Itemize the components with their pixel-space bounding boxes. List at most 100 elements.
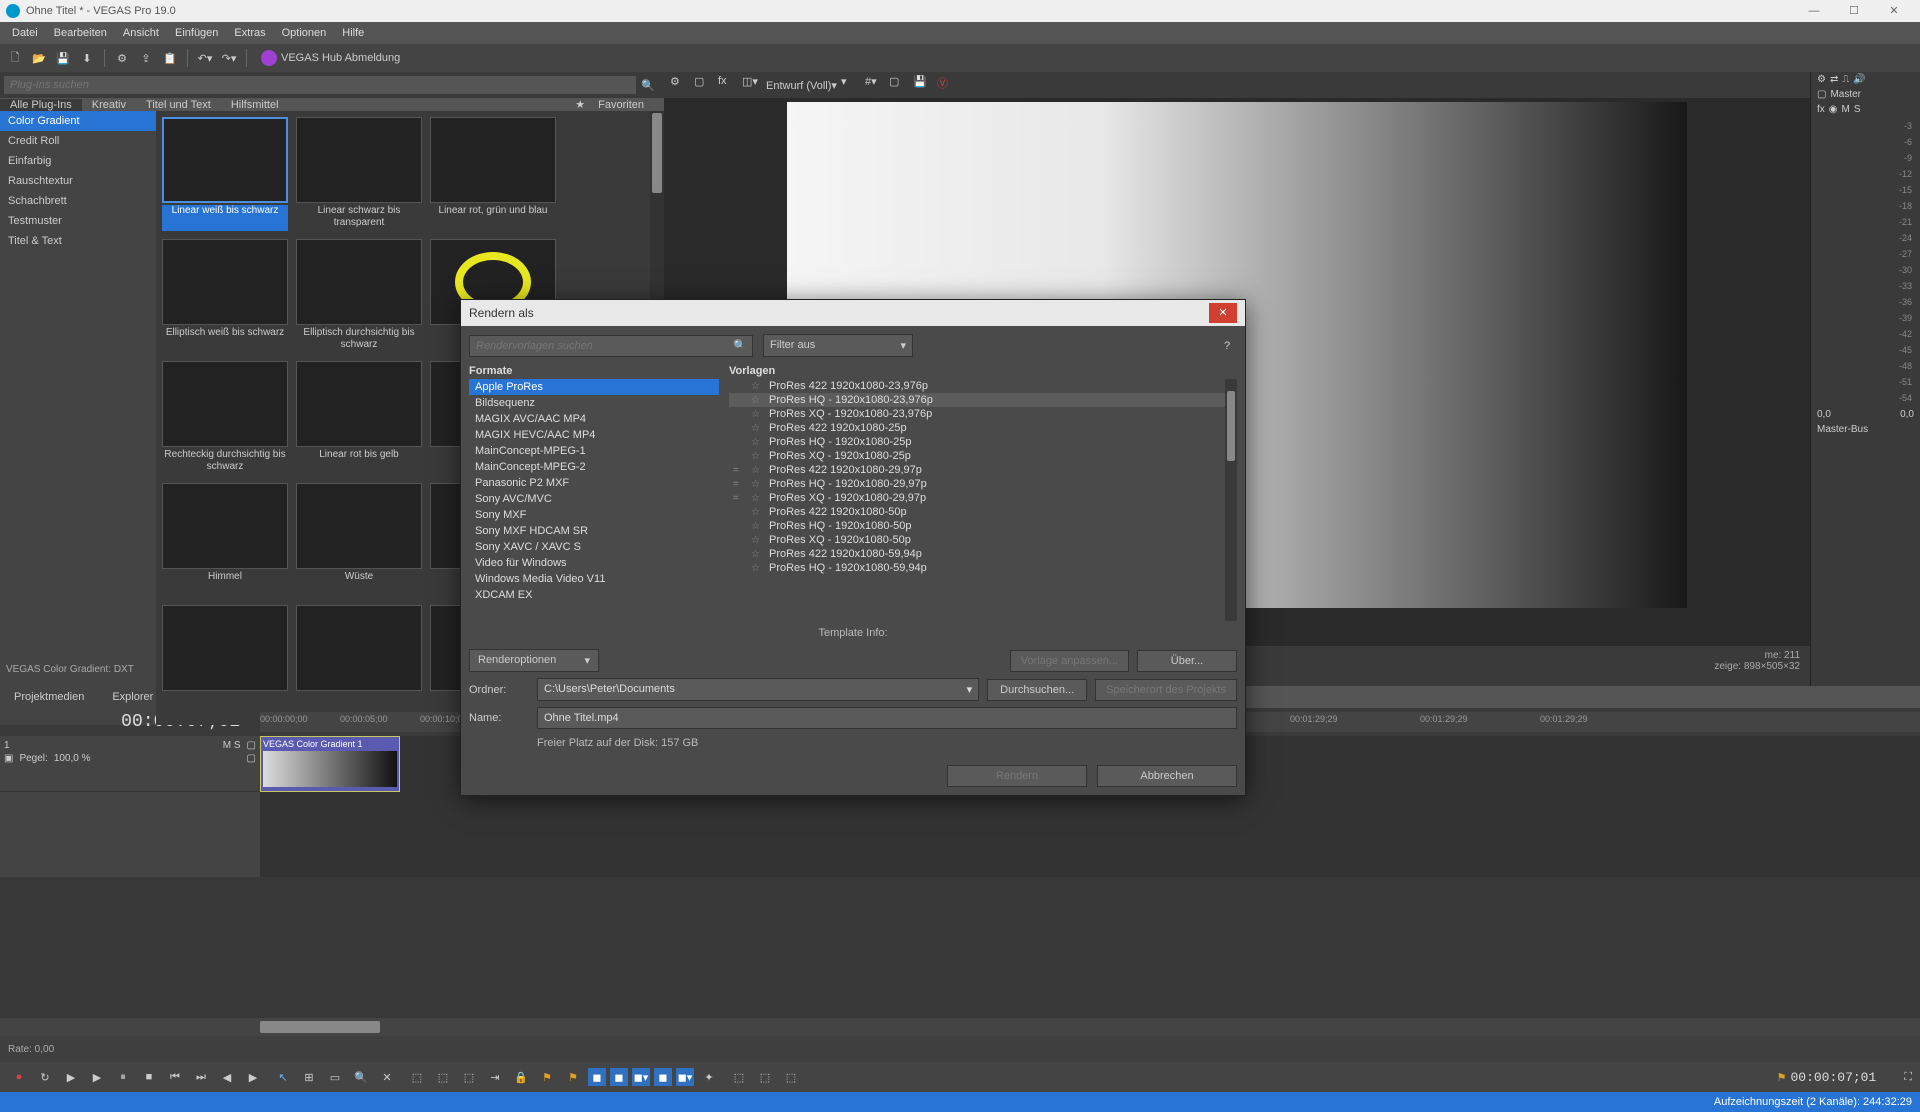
marker2-icon[interactable]: ⚑ bbox=[562, 1066, 584, 1088]
go-end-button[interactable]: ⏭ bbox=[190, 1066, 212, 1088]
tool-ext[interactable]: ✦ bbox=[698, 1066, 720, 1088]
preset-item[interactable] bbox=[162, 605, 288, 719]
cat-testmuster[interactable]: Testmuster bbox=[0, 211, 156, 231]
preview-v-icon[interactable]: Ⓥ bbox=[937, 75, 957, 95]
format-item[interactable]: Sony MXF HDCAM SR bbox=[469, 523, 719, 539]
normal-edit-tool[interactable]: ↖ bbox=[272, 1066, 294, 1088]
format-item[interactable]: Apple ProRes bbox=[469, 379, 719, 395]
menu-optionen[interactable]: Optionen bbox=[274, 27, 335, 39]
open-icon[interactable]: 📂 bbox=[28, 47, 50, 69]
cat-einfarbig[interactable]: Einfarbig bbox=[0, 151, 156, 171]
format-item[interactable]: Sony AVC/MVC bbox=[469, 491, 719, 507]
preview-save-icon[interactable]: 💾 bbox=[913, 75, 933, 95]
dialog-help-button[interactable]: ? bbox=[1217, 340, 1237, 352]
format-item[interactable]: Windows Media Video V11 bbox=[469, 571, 719, 587]
template-item[interactable]: ☆ProRes HQ - 1920x1080-59,94p bbox=[729, 561, 1237, 575]
render-options-dropdown[interactable]: Renderoptionen▾ bbox=[469, 649, 599, 672]
auto-ripple-icon[interactable]: ⇥ bbox=[484, 1066, 506, 1088]
template-item[interactable]: ☆ProRes HQ - 1920x1080-50p bbox=[729, 519, 1237, 533]
tab-kreativ[interactable]: Kreativ bbox=[82, 99, 136, 111]
timeline-h-scrollbar[interactable] bbox=[0, 1018, 1920, 1036]
cat-rauschtextur[interactable]: Rauschtextur bbox=[0, 171, 156, 191]
dialog-close-button[interactable]: ✕ bbox=[1209, 303, 1237, 323]
templates-scrollbar[interactable] bbox=[1225, 379, 1237, 621]
template-item[interactable]: ☆ProRes 422 1920x1080-59,94p bbox=[729, 547, 1237, 561]
template-item[interactable]: ☆ProRes XQ - 1920x1080-25p bbox=[729, 449, 1237, 463]
record-button[interactable]: ● bbox=[8, 1066, 30, 1088]
menu-bearbeiten[interactable]: Bearbeiten bbox=[46, 27, 115, 39]
menu-datei[interactable]: Datei bbox=[4, 27, 46, 39]
preview-fx-icon[interactable]: fx bbox=[718, 75, 738, 95]
format-item[interactable]: Sony XAVC / XAVC S bbox=[469, 539, 719, 555]
template-item[interactable]: ☆ProRes 422 1920x1080-23,976p bbox=[729, 379, 1237, 393]
cancel-button[interactable]: Abbrechen bbox=[1097, 765, 1237, 787]
format-item[interactable]: XDCAM EX bbox=[469, 587, 719, 603]
customize-template-button[interactable]: Vorlage anpassen... bbox=[1010, 650, 1129, 672]
meter-icon[interactable]: ⎍ bbox=[1842, 74, 1849, 85]
menu-ansicht[interactable]: Ansicht bbox=[115, 27, 167, 39]
plugin-search-input[interactable] bbox=[4, 76, 636, 94]
tab-all-plugins[interactable]: Alle Plug-Ins bbox=[0, 99, 82, 111]
cat-color-gradient[interactable]: Color Gradient bbox=[0, 111, 156, 131]
tab-favoriten[interactable]: ★ Favoriten bbox=[565, 98, 664, 111]
track-header-1[interactable]: 1M S▢ ▣Pegel:100,0 %▢ bbox=[0, 736, 260, 792]
template-item[interactable]: ☆ProRes 422 1920x1080-50p bbox=[729, 505, 1237, 519]
preview-overlay-icon[interactable]: ▾ bbox=[841, 75, 861, 95]
misc3-icon[interactable]: ⬚ bbox=[780, 1066, 802, 1088]
template-item[interactable]: =☆ProRes 422 1920x1080-29,97p bbox=[729, 463, 1237, 477]
render-icon[interactable]: ⬇ bbox=[76, 47, 98, 69]
about-button[interactable]: Über... bbox=[1137, 650, 1237, 672]
zoom-tool[interactable]: 🔍 bbox=[350, 1066, 372, 1088]
play-button[interactable]: ▶ bbox=[86, 1066, 108, 1088]
menu-hilfe[interactable]: Hilfe bbox=[334, 27, 372, 39]
preset-item[interactable] bbox=[296, 605, 422, 719]
browse-button[interactable]: Durchsuchen... bbox=[987, 679, 1087, 701]
tab-titel-text[interactable]: Titel und Text bbox=[136, 99, 221, 111]
format-item[interactable]: MAGIX HEVC/AAC MP4 bbox=[469, 427, 719, 443]
undo-icon[interactable]: ↶▾ bbox=[194, 47, 216, 69]
close-window-button[interactable]: ✕ bbox=[1874, 0, 1914, 22]
tab-hilfsmittel[interactable]: Hilfsmittel bbox=[221, 99, 289, 111]
preview-quality-dropdown[interactable]: Entwurf (Voll)▾ bbox=[766, 79, 837, 92]
expand-icon[interactable]: ⛶ bbox=[1904, 1071, 1912, 1084]
format-item[interactable]: MAGIX AVC/AAC MP4 bbox=[469, 411, 719, 427]
gear-icon[interactable]: ⚙ bbox=[1817, 74, 1826, 85]
redo-icon[interactable]: ↷▾ bbox=[218, 47, 240, 69]
new-icon[interactable]: 🗋 bbox=[4, 47, 26, 69]
stop-button[interactable]: ■ bbox=[138, 1066, 160, 1088]
snap2-icon[interactable]: ⬚ bbox=[432, 1066, 454, 1088]
delete-tool[interactable]: ✕ bbox=[376, 1066, 398, 1088]
preview-settings-icon[interactable]: ⚙ bbox=[670, 75, 690, 95]
cat-credit-roll[interactable]: Credit Roll bbox=[0, 131, 156, 151]
preset-item[interactable]: Wüste bbox=[296, 483, 422, 597]
project-location-button[interactable]: Speicherort des Projekts bbox=[1095, 679, 1237, 701]
marker1-icon[interactable]: ⚑ bbox=[536, 1066, 558, 1088]
pause-button[interactable]: ⏸ bbox=[112, 1066, 134, 1088]
snap-icon[interactable]: ⬚ bbox=[406, 1066, 428, 1088]
filter-dropdown[interactable]: Filter aus▾ bbox=[763, 334, 913, 357]
preset-item[interactable]: Himmel bbox=[162, 483, 288, 597]
misc2-icon[interactable]: ⬚ bbox=[754, 1066, 776, 1088]
preset-item[interactable]: Elliptisch weiß bis schwarz bbox=[162, 239, 288, 353]
template-item[interactable]: =☆ProRes HQ - 1920x1080-29,97p bbox=[729, 477, 1237, 491]
tool-b3[interactable]: ◼▾ bbox=[632, 1068, 650, 1086]
template-item[interactable]: ☆ProRes 422 1920x1080-25p bbox=[729, 421, 1237, 435]
menu-einfuegen[interactable]: Einfügen bbox=[167, 27, 226, 39]
tool-b2[interactable]: ◼ bbox=[610, 1068, 628, 1086]
lock-icon[interactable]: 🔒 bbox=[510, 1066, 532, 1088]
template-search-input[interactable] bbox=[469, 335, 753, 357]
properties-icon[interactable]: ⚙ bbox=[111, 47, 133, 69]
hub-signout[interactable]: VEGAS Hub Abmeldung bbox=[261, 50, 400, 66]
minimize-button[interactable]: — bbox=[1794, 0, 1834, 22]
upload-icon[interactable]: ⇪ bbox=[135, 47, 157, 69]
template-item[interactable]: ☆ProRes XQ - 1920x1080-50p bbox=[729, 533, 1237, 547]
preview-grid-icon[interactable]: #▾ bbox=[865, 75, 885, 95]
template-item[interactable]: ☆ProRes HQ - 1920x1080-25p bbox=[729, 435, 1237, 449]
preset-item[interactable]: Rechteckig durchsichtig bis schwarz bbox=[162, 361, 288, 475]
loop-button[interactable]: ↻ bbox=[34, 1066, 56, 1088]
format-item[interactable]: MainConcept-MPEG-2 bbox=[469, 459, 719, 475]
paste-icon[interactable]: 📋 bbox=[159, 47, 181, 69]
preset-item[interactable]: Linear rot bis gelb bbox=[296, 361, 422, 475]
template-item[interactable]: =☆ProRes XQ - 1920x1080-29,97p bbox=[729, 491, 1237, 505]
volume-icon[interactable]: 🔊 bbox=[1853, 74, 1865, 85]
